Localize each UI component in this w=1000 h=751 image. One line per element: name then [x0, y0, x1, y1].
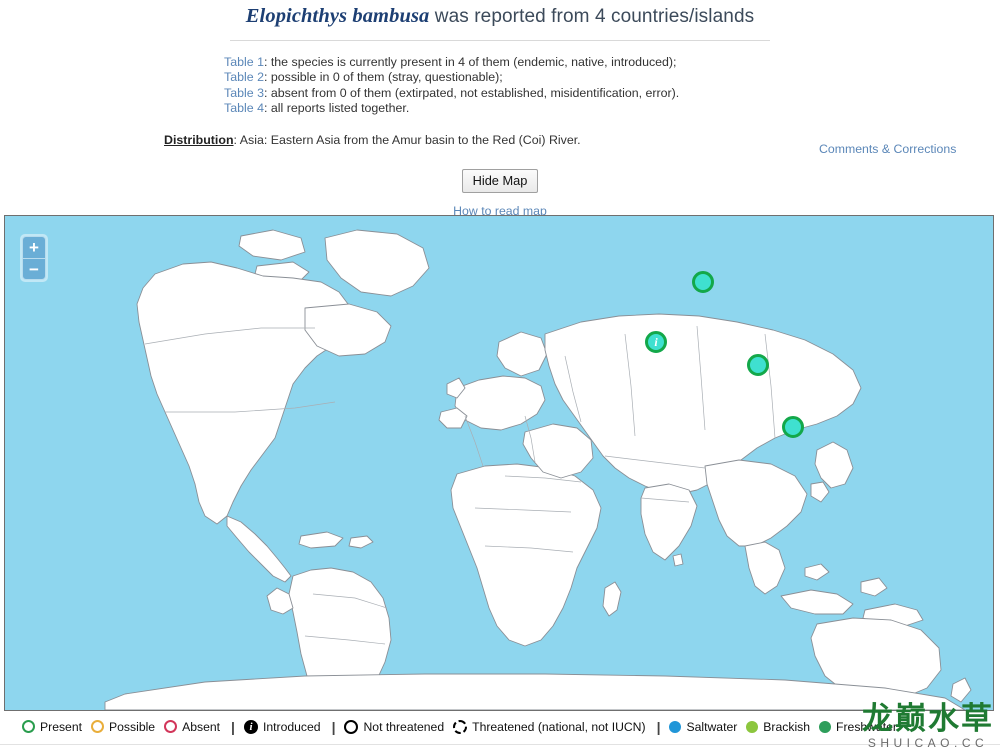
- distribution-label: Distribution: [164, 132, 234, 147]
- list-item: Table 1: the species is currently presen…: [224, 55, 1000, 70]
- not-threatened-ring-icon: [344, 719, 359, 734]
- legend-present-label: Present: [40, 719, 83, 734]
- title-divider: [230, 40, 770, 41]
- distribution-map[interactable]: + − i: [4, 215, 994, 711]
- legend-introduced-label: Introduced: [262, 719, 321, 734]
- legend-possible-label: Possible: [109, 719, 156, 734]
- marker-vietnam[interactable]: [782, 416, 804, 438]
- zoom-in-button[interactable]: +: [22, 236, 46, 258]
- legend-threatened-label: Threatened (national, not IUCN): [472, 719, 646, 734]
- list-item: Table 2: possible in 0 of them (stray, q…: [224, 70, 1000, 85]
- table-3-link[interactable]: Table 3: [224, 86, 264, 100]
- absent-ring-icon: [164, 720, 178, 733]
- legend-separator: |: [331, 718, 336, 735]
- marker-uzbekistan[interactable]: i: [645, 331, 667, 353]
- table-summary-list: Table 1: the species is currently presen…: [0, 55, 1000, 117]
- zoom-out-button[interactable]: −: [22, 258, 46, 280]
- table-3-text: : absent from 0 of them (extirpated, not…: [263, 85, 680, 100]
- table-1-text: : the species is currently present in 4 …: [263, 55, 677, 69]
- legend-absent: Absent: [164, 720, 220, 734]
- marker-china[interactable]: [747, 354, 769, 376]
- table-1-link[interactable]: Table 1: [224, 55, 264, 69]
- table-2-text: : possible in 0 of them (stray, question…: [263, 70, 503, 85]
- freshwater-dot-icon: [819, 720, 832, 733]
- species-name: Elopichthys bambusa: [245, 5, 430, 27]
- map-zoom-control[interactable]: + −: [20, 234, 48, 282]
- legend-absent-label: Absent: [182, 719, 221, 734]
- saltwater-dot-icon: [669, 720, 682, 733]
- distribution-text: : Asia: Eastern Asia from the Amur basin…: [233, 132, 581, 147]
- legend-not-threatened-label: Not threatened: [363, 719, 445, 734]
- comments-and-corrections-link[interactable]: Comments & Corrections: [819, 142, 956, 156]
- legend-divider: [0, 744, 1000, 745]
- table-4-link[interactable]: Table 4: [224, 101, 264, 115]
- legend-freshwater: Freshwater: [819, 720, 897, 734]
- world-map-graphic: [5, 216, 993, 710]
- map-legend: Present Possible Absent | i Introduced |…: [0, 713, 1000, 740]
- page-title: Elopichthys bambusa was reported from 4 …: [0, 5, 1000, 28]
- table-4-text: : all reports listed together.: [263, 101, 410, 116]
- page-header: Elopichthys bambusa was reported from 4 …: [0, 0, 1000, 41]
- possible-ring-icon: [91, 720, 105, 733]
- legend-threatened: Threatened (national, not IUCN): [453, 719, 646, 734]
- legend-separator: |: [656, 718, 661, 735]
- legend-saltwater: Saltwater: [669, 720, 737, 734]
- legend-saltwater-label: Saltwater: [686, 719, 738, 734]
- marker-russia[interactable]: [692, 271, 714, 293]
- present-ring-icon: [22, 720, 35, 733]
- map-actions: Hide Map How to read map: [0, 168, 1000, 218]
- legend-freshwater-label: Freshwater: [836, 719, 897, 734]
- legend-separator: |: [231, 718, 235, 735]
- legend-brackish: Brackish: [746, 720, 810, 734]
- list-item: Table 3: absent from 0 of them (extirpat…: [224, 86, 1000, 101]
- legend-brackish-label: Brackish: [763, 719, 811, 734]
- introduced-badge-icon: i: [243, 719, 258, 734]
- brackish-dot-icon: [746, 720, 759, 733]
- threatened-ring-icon: [453, 719, 468, 734]
- table-2-link[interactable]: Table 2: [224, 70, 264, 84]
- list-item: Table 4: all reports listed together.: [224, 101, 1000, 116]
- introduced-icon: i: [654, 335, 658, 349]
- legend-not-threatened: Not threatened: [344, 719, 445, 734]
- legend-introduced: i Introduced: [243, 719, 321, 734]
- title-suffix: was reported from 4 countries/islands: [429, 6, 755, 27]
- hide-map-button[interactable]: Hide Map: [461, 168, 539, 193]
- legend-present: Present: [22, 720, 82, 734]
- legend-possible: Possible: [91, 720, 155, 734]
